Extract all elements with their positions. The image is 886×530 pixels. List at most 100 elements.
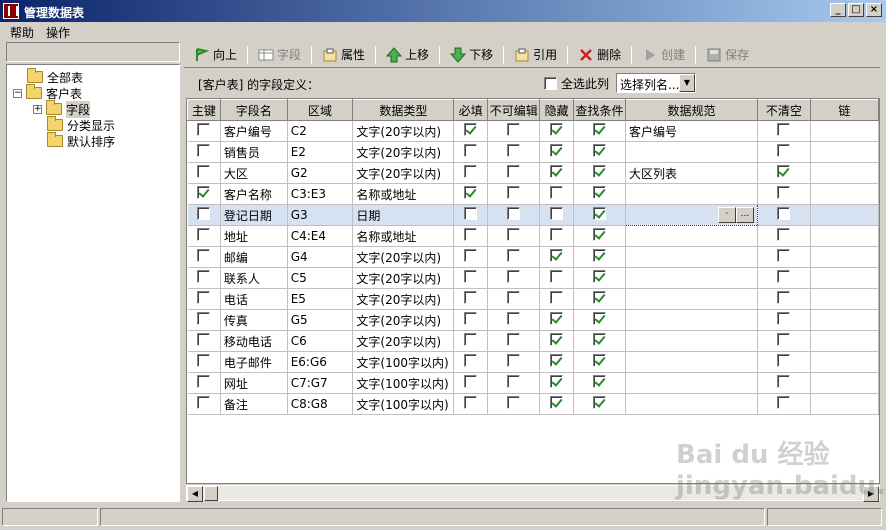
collapse-icon[interactable]: − <box>13 88 22 98</box>
spec-dropdown-button[interactable]: · <box>717 207 736 223</box>
table-row[interactable]: 大区 G2 文字(20字以内) 大区列表 <box>187 162 879 184</box>
primary-key-checkbox[interactable] <box>197 354 211 367</box>
data-spec-cell[interactable] <box>625 372 758 394</box>
hidden-checkbox[interactable] <box>550 312 564 325</box>
table-row[interactable]: 电子邮件 E6:G6 文字(100字以内) <box>187 351 879 373</box>
required-checkbox[interactable] <box>464 291 478 304</box>
link-cell[interactable] <box>810 141 879 163</box>
table-row[interactable]: 电话 E5 文字(20字以内) <box>187 288 879 310</box>
data-spec-cell[interactable]: ·... <box>625 204 758 226</box>
primary-key-checkbox[interactable] <box>197 123 211 136</box>
field-name-cell[interactable]: 销售员 <box>220 141 288 163</box>
readonly-checkbox[interactable] <box>507 123 521 136</box>
range-cell[interactable]: C3:E3 <box>287 183 354 205</box>
data-spec-cell[interactable] <box>625 183 758 205</box>
primary-key-checkbox[interactable] <box>197 270 211 283</box>
data-spec-cell[interactable] <box>625 288 758 310</box>
readonly-checkbox[interactable] <box>507 207 521 220</box>
link-cell[interactable] <box>810 267 879 289</box>
col-header-keep[interactable]: 不清空 <box>756 99 811 121</box>
field-name-cell[interactable]: 联系人 <box>220 267 288 289</box>
keep-checkbox[interactable] <box>777 270 791 283</box>
readonly-checkbox[interactable] <box>507 165 521 178</box>
primary-key-checkbox[interactable] <box>197 333 211 346</box>
properties-button[interactable]: 属性 <box>316 44 371 66</box>
range-cell[interactable]: C6 <box>287 330 354 352</box>
primary-key-checkbox[interactable] <box>197 312 211 325</box>
primary-key-checkbox[interactable] <box>197 165 211 178</box>
data-spec-cell[interactable] <box>625 393 758 415</box>
primary-key-checkbox[interactable] <box>197 228 211 241</box>
data-type-cell[interactable]: 文字(20字以内) <box>352 267 455 289</box>
data-type-cell[interactable]: 文字(20字以内) <box>352 330 455 352</box>
tree-node-customer-table[interactable]: − 客户表 <box>13 84 82 101</box>
search-checkbox[interactable] <box>593 186 607 199</box>
required-checkbox[interactable] <box>464 312 478 325</box>
hidden-checkbox[interactable] <box>550 396 564 409</box>
data-type-cell[interactable]: 日期 <box>352 204 455 226</box>
minimize-button[interactable]: _ <box>830 3 846 17</box>
keep-checkbox[interactable] <box>777 291 791 304</box>
required-checkbox[interactable] <box>464 186 478 199</box>
keep-checkbox[interactable] <box>777 228 791 241</box>
primary-key-checkbox[interactable] <box>197 291 211 304</box>
link-cell[interactable] <box>810 309 879 331</box>
tree-node-category-display[interactable]: 分类显示 <box>47 116 115 133</box>
range-cell[interactable]: C4:E4 <box>287 225 354 247</box>
search-checkbox[interactable] <box>593 270 607 283</box>
readonly-checkbox[interactable] <box>507 144 521 157</box>
range-cell[interactable]: E6:G6 <box>287 351 354 373</box>
keep-checkbox[interactable] <box>777 165 791 178</box>
table-row[interactable]: 地址 C4:E4 名称或地址 <box>187 225 879 247</box>
hidden-checkbox[interactable] <box>550 207 564 220</box>
link-cell[interactable] <box>810 162 879 184</box>
up-button[interactable]: 向上 <box>188 44 243 66</box>
field-name-cell[interactable]: 地址 <box>220 225 288 247</box>
required-checkbox[interactable] <box>464 144 478 157</box>
keep-checkbox[interactable] <box>777 207 791 220</box>
table-row[interactable]: 登记日期 G3 日期 ·... <box>187 204 879 226</box>
search-checkbox[interactable] <box>593 396 607 409</box>
table-row[interactable]: 传真 G5 文字(20字以内) <box>187 309 879 331</box>
primary-key-checkbox[interactable] <box>197 144 211 157</box>
range-cell[interactable]: C5 <box>287 267 354 289</box>
field-name-cell[interactable]: 大区 <box>220 162 288 184</box>
expand-icon[interactable]: + <box>33 104 42 114</box>
col-header-link[interactable]: 链 <box>809 99 879 121</box>
data-type-cell[interactable]: 名称或地址 <box>352 225 455 247</box>
data-type-cell[interactable]: 文字(100字以内) <box>352 372 455 394</box>
table-row[interactable]: 客户编号 C2 文字(20字以内) 客户编号 <box>187 120 879 142</box>
range-cell[interactable]: G5 <box>287 309 354 331</box>
data-type-cell[interactable]: 文字(20字以内) <box>352 309 455 331</box>
hidden-checkbox[interactable] <box>550 354 564 367</box>
hidden-checkbox[interactable] <box>550 270 564 283</box>
spec-browse-button[interactable]: ... <box>735 207 754 223</box>
required-checkbox[interactable] <box>464 396 478 409</box>
primary-key-checkbox[interactable] <box>197 375 211 388</box>
link-cell[interactable] <box>810 204 879 226</box>
link-cell[interactable] <box>810 330 879 352</box>
table-row[interactable]: 备注 C8:G8 文字(100字以内) <box>187 393 879 415</box>
col-header-required[interactable]: 必填 <box>453 99 489 121</box>
data-spec-cell[interactable] <box>625 351 758 373</box>
scroll-thumb[interactable] <box>204 486 218 501</box>
keep-checkbox[interactable] <box>777 375 791 388</box>
readonly-checkbox[interactable] <box>507 354 521 367</box>
create-button[interactable]: 创建 <box>636 44 691 66</box>
chevron-down-icon[interactable]: ▼ <box>679 74 695 92</box>
field-name-cell[interactable]: 邮编 <box>220 246 288 268</box>
table-row[interactable]: 联系人 C5 文字(20字以内) <box>187 267 879 289</box>
field-name-cell[interactable]: 电子邮件 <box>220 351 288 373</box>
hidden-checkbox[interactable] <box>550 375 564 388</box>
link-cell[interactable] <box>810 183 879 205</box>
data-spec-cell[interactable] <box>625 141 758 163</box>
data-type-cell[interactable]: 文字(20字以内) <box>352 141 455 163</box>
tree-node-fields[interactable]: + 字段 <box>33 100 91 118</box>
data-type-cell[interactable]: 文字(20字以内) <box>352 162 455 184</box>
search-checkbox[interactable] <box>593 144 607 157</box>
range-cell[interactable]: C2 <box>287 120 354 142</box>
required-checkbox[interactable] <box>464 375 478 388</box>
select-all-checkbox[interactable] <box>544 77 557 90</box>
data-type-cell[interactable]: 文字(20字以内) <box>352 246 455 268</box>
required-checkbox[interactable] <box>464 270 478 283</box>
